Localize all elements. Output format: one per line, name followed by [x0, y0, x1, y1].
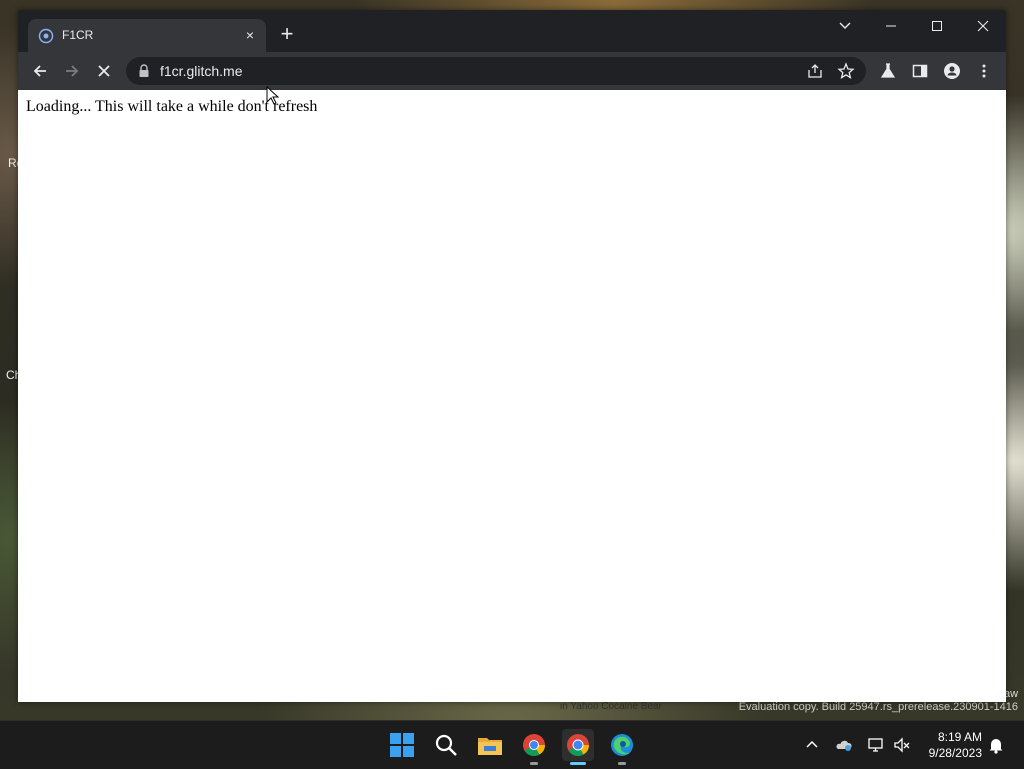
maximize-button[interactable]	[914, 10, 960, 40]
stop-icon	[98, 65, 110, 77]
maximize-icon	[932, 21, 942, 31]
arrow-left-icon	[33, 65, 46, 77]
running-indicator	[618, 762, 626, 765]
chrome-icon	[523, 734, 545, 756]
onedrive-icon[interactable]	[834, 735, 854, 755]
forward-button[interactable]	[59, 59, 85, 83]
address-bar[interactable]: f1cr.glitch.me	[126, 57, 866, 85]
system-clock[interactable]: 8:19 AM 9/28/2023	[929, 729, 982, 761]
clock-time: 8:19 AM	[937, 730, 982, 744]
notification-bell-icon[interactable]	[986, 735, 1006, 755]
labs-button[interactable]	[875, 59, 901, 83]
chrome-button[interactable]	[518, 729, 550, 765]
page-content: Loading... This will take a while don't …	[18, 90, 1006, 702]
windows-start-button[interactable]	[386, 729, 418, 761]
tab-title: F1CR	[62, 28, 94, 42]
tab-f1cr[interactable]: F1CR ×	[28, 19, 266, 52]
bookmark-button[interactable]	[837, 62, 857, 80]
lock-icon[interactable]	[138, 64, 150, 78]
share-icon	[808, 64, 822, 78]
browser-toolbar: f1cr.glitch.me	[18, 52, 1006, 90]
tab-search-button[interactable]	[822, 10, 868, 40]
globe-icon	[38, 28, 54, 44]
side-panel-icon	[912, 64, 928, 78]
wallpaper-caption: in Yahoo Cocaine Bear	[560, 701, 662, 712]
back-button[interactable]	[27, 59, 53, 83]
close-icon	[977, 20, 989, 32]
url-text[interactable]: f1cr.glitch.me	[160, 63, 242, 79]
stop-loading-button[interactable]	[91, 59, 117, 83]
mouse-cursor-icon	[266, 86, 280, 105]
file-explorer-button[interactable]	[474, 729, 506, 761]
search-button[interactable]	[430, 729, 462, 761]
volume-muted-icon[interactable]	[892, 735, 912, 755]
profile-icon	[944, 63, 960, 79]
taskbar: 8:19 AM 9/28/2023	[0, 720, 1024, 769]
corner-text: aw	[1004, 688, 1019, 700]
close-tab-icon[interactable]: ×	[242, 27, 258, 43]
tab-strip: F1CR × +	[18, 10, 1006, 52]
browser-window: F1CR × + f1cr.glitch.me Loading... This …	[18, 10, 1006, 702]
minimize-button[interactable]	[868, 10, 914, 40]
side-panel-button[interactable]	[907, 59, 933, 83]
star-icon	[837, 62, 855, 79]
edge-icon	[611, 734, 633, 756]
close-window-button[interactable]	[960, 10, 1006, 40]
network-icon[interactable]	[866, 735, 886, 755]
clock-date: 9/28/2023	[928, 746, 982, 760]
chevron-down-icon	[839, 22, 851, 29]
more-vert-icon	[982, 64, 986, 78]
chrome-dev-icon	[567, 734, 589, 756]
new-tab-button[interactable]: +	[276, 23, 298, 46]
edge-button[interactable]	[606, 729, 638, 765]
chevron-up-icon[interactable]	[802, 735, 822, 755]
evaluation-watermark: Evaluation copy. Build 25947.rs_prerelea…	[738, 701, 1018, 713]
search-icon	[435, 734, 457, 756]
active-indicator	[570, 762, 586, 765]
menu-button[interactable]	[971, 59, 997, 83]
flask-icon	[880, 63, 896, 78]
profile-button[interactable]	[939, 59, 965, 83]
arrow-right-icon	[66, 65, 79, 77]
windows-start-icon	[390, 733, 414, 757]
running-indicator	[530, 762, 538, 765]
share-button[interactable]	[806, 62, 826, 80]
chrome-dev-button[interactable]	[562, 729, 594, 765]
minimize-icon	[886, 25, 896, 27]
file-explorer-icon	[478, 738, 502, 755]
